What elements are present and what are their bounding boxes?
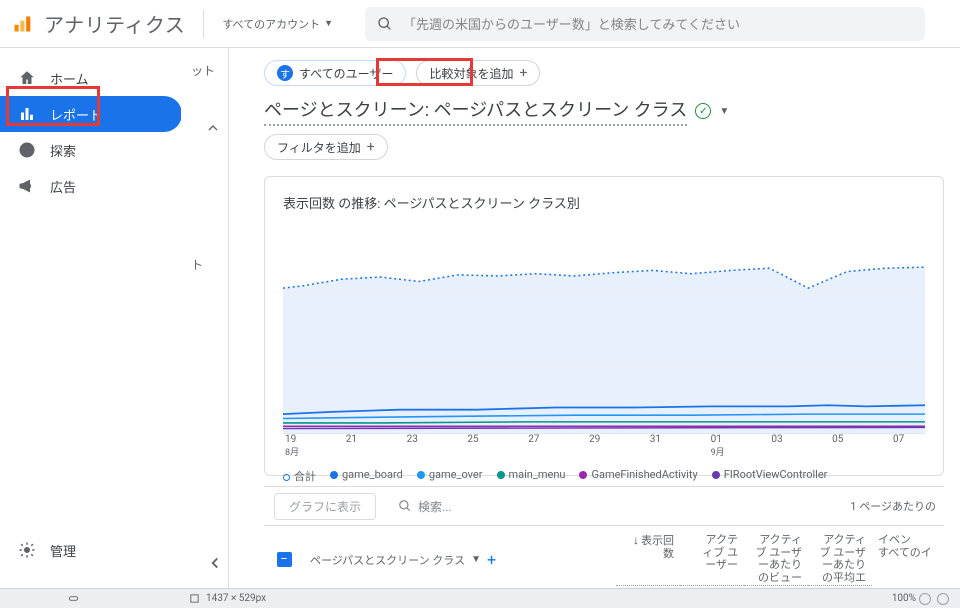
chart-xticks: 198月 21 23 25 27 29 31 019月 03 05 07: [283, 434, 925, 458]
line-chart-svg: [283, 224, 925, 434]
edge-text-1: ット: [191, 62, 215, 79]
target-icon: [18, 141, 36, 159]
nav-explore-label: 探索: [50, 141, 76, 160]
xtick: 25: [467, 434, 497, 458]
edge-text-2: ト: [191, 256, 203, 273]
xtick: 23: [407, 434, 437, 458]
left-nav: ホーム レポート 探索 広告 管理: [0, 48, 190, 588]
xtick: 07: [893, 434, 923, 458]
status-bar: 1437 × 529px 100%: [0, 588, 960, 608]
chip-all-users[interactable]: す すべてのユーザー: [264, 60, 406, 86]
chart-title: 表示回数 の推移: ページパスとスクリーン クラス別: [283, 193, 925, 212]
sort-desc-icon: ↓: [633, 533, 639, 547]
nav-home-label: ホーム: [50, 69, 89, 88]
xtick: 21: [346, 434, 376, 458]
collapse-panel-button[interactable]: [205, 120, 223, 138]
nav-ads[interactable]: 広告: [0, 168, 182, 204]
chip-badge: す: [277, 65, 293, 81]
legend-item[interactable]: game_over: [417, 468, 483, 484]
account-picker[interactable]: すべてのアカウント ▼: [222, 16, 333, 32]
caret-down-icon: ▼: [324, 18, 333, 29]
bar-chart-icon: [18, 105, 36, 123]
add-dimension-icon[interactable]: +: [487, 550, 496, 569]
page-title: ページとスクリーン: ページパスとスクリーン クラス: [264, 96, 687, 126]
chevron-left-icon: [206, 554, 224, 572]
search-icon: [377, 16, 393, 32]
nav-home[interactable]: ホーム: [0, 60, 182, 96]
select-all-checkbox[interactable]: −: [264, 534, 304, 586]
chart-legend: 合計 game_board game_over main_menu GameFi…: [283, 468, 925, 484]
home-icon: [18, 69, 36, 87]
nav-ads-label: 広告: [50, 177, 76, 196]
segment-chip-row: す すべてのユーザー 比較対象を追加 +: [264, 60, 960, 86]
crop-icon[interactable]: [189, 593, 200, 604]
search-bar[interactable]: 「先週の米国からのユーザー数」と検索してみてください: [365, 7, 925, 41]
xtick: 198月: [285, 434, 315, 458]
status-check-icon[interactable]: ✓: [695, 103, 711, 119]
metric-col-events[interactable]: イベン すべてのイ: [872, 534, 944, 586]
settings-toggle-icon[interactable]: [68, 593, 79, 604]
xtick: 05: [832, 434, 862, 458]
chip-all-users-label: すべてのユーザー: [299, 65, 393, 82]
analytics-logo-icon: [12, 14, 32, 34]
legend-item[interactable]: 合計: [283, 468, 316, 484]
metric-col-active-users[interactable]: アクテ ィブ ユ ーザー: [680, 534, 744, 586]
legend-item[interactable]: game_board: [330, 468, 403, 484]
account-label: すべてのアカウント: [222, 16, 320, 32]
xtick: 31: [650, 434, 680, 458]
metric-col-views-per-user[interactable]: アクティ ブ ユーザ ーあたり のビュー: [744, 534, 808, 586]
xtick: 27: [528, 434, 558, 458]
table-search[interactable]: 検索...: [398, 498, 452, 515]
table-search-placeholder: 検索...: [418, 498, 452, 515]
gear-icon: [18, 541, 36, 559]
indeterminate-check-icon: −: [277, 552, 292, 567]
nav-report-label: レポート: [50, 105, 102, 124]
table-toolbar: グラフに表示 検索... 1 ページあたりの: [264, 486, 944, 526]
megaphone-icon: [18, 177, 36, 195]
metric-col-views[interactable]: ↓表示回 数: [616, 534, 680, 586]
legend-item[interactable]: FIRootViewController: [712, 468, 828, 484]
top-bar: アナリティクス すべてのアカウント ▼ 「先週の米国からのユーザー数」と検索して…: [0, 0, 960, 48]
canvas-dimensions: 1437 × 529px: [206, 593, 266, 604]
nav-admin-label: 管理: [50, 541, 76, 560]
nav-explore[interactable]: 探索: [0, 132, 182, 168]
chart-area: [283, 224, 925, 434]
panel-back-button[interactable]: [206, 554, 224, 576]
caret-down-icon: ▼: [471, 554, 481, 565]
chip-add-filter[interactable]: フィルタを追加 +: [264, 134, 388, 160]
search-placeholder: 「先週の米国からのユーザー数」と検索してみてください: [403, 14, 740, 33]
plus-icon: +: [367, 139, 375, 155]
metric-col-avg-engagement[interactable]: アクティ ブ ユーザ ーあたり の平均エ: [808, 534, 872, 586]
page-title-row: ページとスクリーン: ページパスとスクリーン クラス ✓ ▼: [264, 96, 960, 126]
title-caret-icon[interactable]: ▼: [719, 106, 729, 117]
chip-add-compare-label: 比較対象を追加: [429, 65, 513, 82]
zoom-in-button[interactable]: [937, 593, 949, 605]
plot-rows-button[interactable]: グラフに表示: [274, 493, 376, 520]
legend-item[interactable]: main_menu: [497, 468, 566, 484]
chip-add-comparison[interactable]: 比較対象を追加 +: [416, 60, 540, 86]
table-header-row: − ページパスとスクリーン クラス ▼ + ↓表示回 数 アクテ ィブ ユ ーザ…: [264, 526, 944, 588]
xtick: 019月: [711, 434, 741, 458]
main-content: す すべてのユーザー 比較対象を追加 + ページとスクリーン: ページパスとスク…: [240, 48, 960, 588]
search-icon: [398, 499, 412, 513]
product-name: アナリティクス: [44, 9, 185, 38]
nav-admin[interactable]: 管理: [0, 532, 182, 568]
divider: [203, 10, 204, 38]
xtick: 29: [589, 434, 619, 458]
xtick: 03: [771, 434, 801, 458]
nav-report[interactable]: レポート: [0, 96, 182, 132]
filter-chip-row: フィルタを追加 +: [264, 134, 960, 160]
rows-per-page-label: 1 ページあたりの: [850, 498, 936, 514]
chart-card: 表示回数 の推移: ページパスとスクリーン クラス別 198月 21 23 25…: [264, 176, 944, 476]
chip-add-filter-label: フィルタを追加: [277, 139, 361, 156]
plus-icon: +: [519, 65, 527, 81]
legend-item[interactable]: GameFinishedActivity: [579, 468, 697, 484]
zoom-level: 100%: [892, 593, 916, 604]
zoom-out-button[interactable]: [919, 593, 931, 605]
chevron-up-icon: [205, 120, 221, 136]
dimension-column-header[interactable]: ページパスとスクリーン クラス ▼ +: [304, 534, 616, 586]
